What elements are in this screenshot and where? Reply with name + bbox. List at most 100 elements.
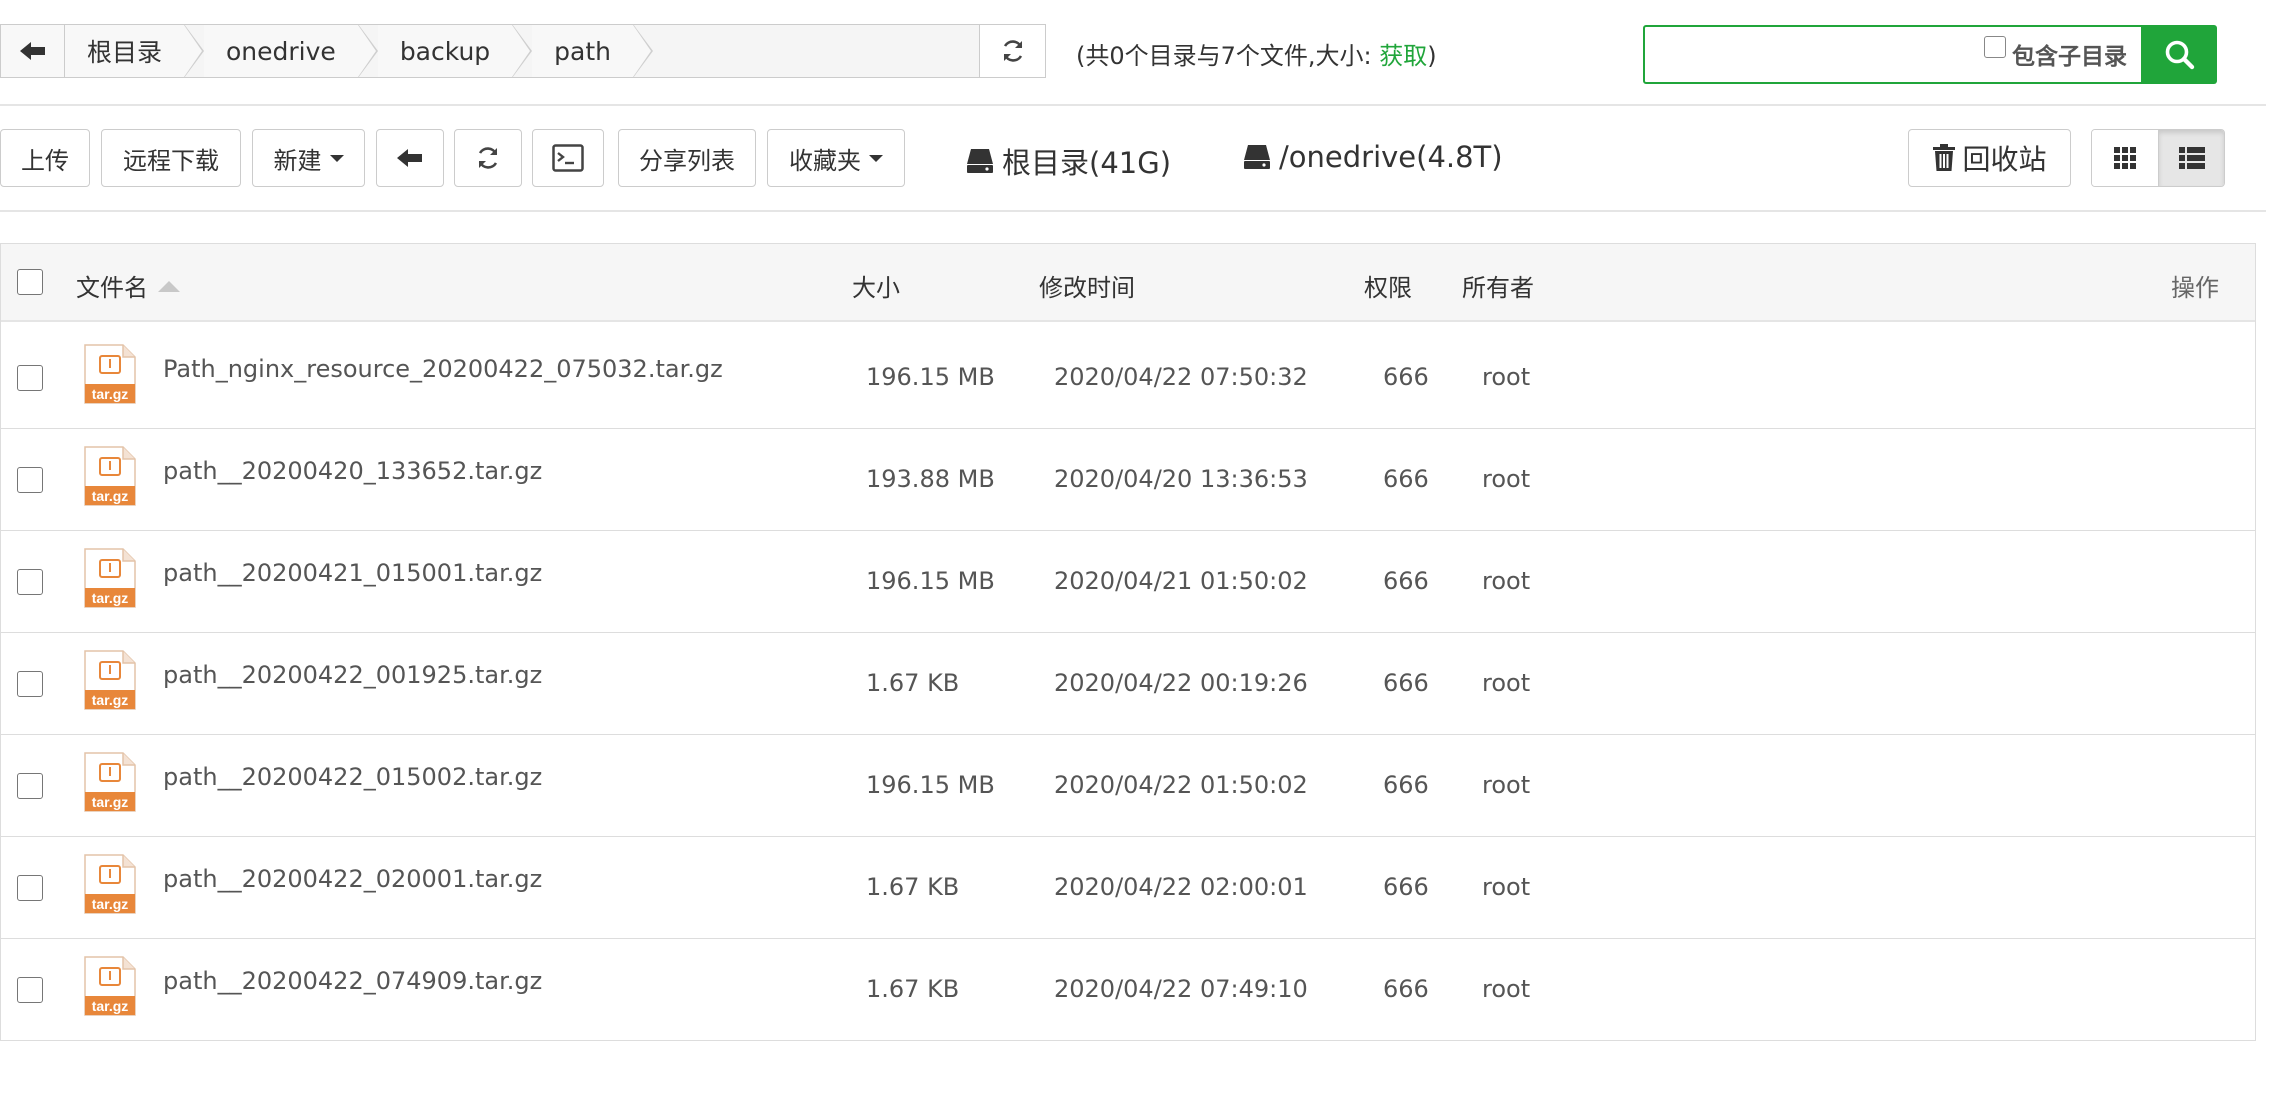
row-checkbox[interactable] — [17, 671, 43, 697]
divider — [0, 104, 2266, 106]
file-mtime: 2020/04/22 01:50:02 — [1054, 771, 1308, 799]
file-mtime: 2020/04/20 13:36:53 — [1054, 465, 1308, 493]
header-name-label: 文件名 — [76, 274, 148, 302]
table-row[interactable]: tar.gz path__20200422_074909.tar.gz 1.67 K… — [1, 939, 2255, 1041]
file-permission[interactable]: 666 — [1383, 465, 1429, 493]
remote-download-label: 远程下载 — [123, 146, 219, 175]
file-mtime: 2020/04/21 01:50:02 — [1054, 567, 1308, 595]
file-name[interactable]: path__20200422_074909.tar.gz — [163, 967, 542, 995]
table-row[interactable]: tar.gz path__20200422_020001.tar.gz 1.67 K… — [1, 837, 2255, 939]
include-subdir-label: 包含子目录 — [2012, 44, 2127, 70]
file-permission[interactable]: 666 — [1383, 771, 1429, 799]
dir-summary: (共0个目录与7个文件,大小: 获取) — [1076, 36, 1437, 71]
table-row[interactable]: tar.gz Path_nginx_resource_20200422_07503… — [1, 327, 2255, 429]
row-checkbox[interactable] — [17, 569, 43, 595]
file-name[interactable]: path__20200421_015001.tar.gz — [163, 559, 542, 587]
header-name[interactable]: 文件名 — [76, 268, 180, 303]
breadcrumb-onedrive[interactable]: onedrive — [204, 24, 378, 78]
caret-down-icon — [869, 154, 883, 162]
arrow-left-icon — [397, 149, 422, 167]
row-checkbox[interactable] — [17, 875, 43, 901]
table-row[interactable]: tar.gz path__20200422_015002.tar.gz 196.15… — [1, 735, 2255, 837]
file-owner[interactable]: root — [1482, 363, 1530, 391]
file-owner[interactable]: root — [1482, 771, 1530, 799]
file-name[interactable]: Path_nginx_resource_20200422_075032.tar.… — [163, 355, 723, 383]
table-row[interactable]: tar.gz path__20200421_015001.tar.gz 196.15… — [1, 531, 2255, 633]
recycle-bin-label: 回收站 — [1962, 143, 2047, 176]
favorites-dropdown-button[interactable]: 收藏夹 — [767, 129, 905, 187]
table-row[interactable]: tar.gz path__20200422_001925.tar.gz 1.67 K… — [1, 633, 2255, 735]
disk-root[interactable]: 根目录(41G) — [966, 140, 1171, 182]
row-checkbox[interactable] — [17, 773, 43, 799]
hard-drive-icon — [967, 149, 993, 173]
file-permission[interactable]: 666 — [1383, 975, 1429, 1003]
tar-gz-archive-icon: tar.gz — [84, 650, 136, 710]
get-size-link[interactable]: 获取 — [1379, 42, 1427, 70]
divider — [0, 210, 2266, 212]
header-size[interactable]: 大小 — [852, 268, 900, 303]
file-name[interactable]: path__20200420_133652.tar.gz — [163, 457, 542, 485]
header-ops: 操作 — [2171, 274, 2219, 302]
terminal-button[interactable] — [532, 129, 604, 187]
list-icon — [2178, 147, 2205, 169]
file-mtime: 2020/04/22 00:19:26 — [1054, 669, 1308, 697]
back-button[interactable] — [376, 129, 444, 187]
file-name[interactable]: path__20200422_001925.tar.gz — [163, 661, 542, 689]
svg-text:tar.gz: tar.gz — [92, 794, 129, 810]
row-checkbox[interactable] — [17, 467, 43, 493]
new-dropdown-button[interactable]: 新建 — [252, 129, 365, 187]
file-size: 1.67 KB — [866, 975, 960, 1003]
svg-text:tar.gz: tar.gz — [92, 590, 129, 606]
row-checkbox[interactable] — [17, 977, 43, 1003]
grid-view-button[interactable] — [2092, 130, 2158, 186]
upload-button[interactable]: 上传 — [0, 129, 90, 187]
share-list-label: 分享列表 — [639, 146, 735, 175]
table-row[interactable]: tar.gz path__20200420_133652.tar.gz 193.88… — [1, 429, 2255, 531]
search-input[interactable]: 包含子目录 — [1643, 25, 2143, 84]
file-owner[interactable]: root — [1482, 465, 1530, 493]
file-owner[interactable]: root — [1482, 567, 1530, 595]
summary-text: (共0个目录与7个文件,大小: — [1076, 42, 1380, 70]
disk-onedrive[interactable]: /onedrive(4.8T) — [1243, 140, 1503, 174]
caret-down-icon — [329, 154, 344, 162]
refresh-icon — [478, 147, 498, 169]
file-permission[interactable]: 666 — [1383, 873, 1429, 901]
breadcrumb-backup[interactable]: backup — [377, 24, 533, 78]
file-size: 1.67 KB — [866, 873, 960, 901]
trash-icon — [1933, 144, 1956, 171]
svg-text:tar.gz: tar.gz — [92, 692, 129, 708]
refresh-button[interactable] — [454, 129, 522, 187]
row-checkbox[interactable] — [17, 365, 43, 391]
file-permission[interactable]: 666 — [1383, 669, 1429, 697]
tar-gz-archive-icon: tar.gz — [84, 752, 136, 812]
list-view-button[interactable] — [2158, 130, 2224, 186]
path-refresh-button[interactable] — [979, 25, 1045, 77]
breadcrumb-root[interactable]: 根目录 — [65, 24, 205, 78]
file-owner[interactable]: root — [1482, 669, 1530, 697]
file-permission[interactable]: 666 — [1383, 363, 1429, 391]
path-back-button[interactable] — [1, 25, 65, 77]
file-owner[interactable]: root — [1482, 873, 1530, 901]
remote-download-button[interactable]: 远程下载 — [101, 129, 241, 187]
header-mtime[interactable]: 修改时间 — [1039, 268, 1135, 303]
grid-icon — [2114, 147, 2136, 169]
select-all-checkbox[interactable] — [17, 269, 43, 295]
file-name[interactable]: path__20200422_020001.tar.gz — [163, 865, 542, 893]
recycle-bin-button[interactable]: 回收站 — [1908, 129, 2071, 187]
search-button[interactable] — [2142, 25, 2217, 84]
table-header: 文件名 大小 修改时间 权限 所有者 操作 — [1, 244, 2255, 322]
include-subdir-option[interactable]: 包含子目录 — [1984, 36, 2127, 71]
svg-text:tar.gz: tar.gz — [92, 488, 129, 504]
path-bar: 根目录 onedrive backup path — [0, 24, 1046, 78]
file-name[interactable]: path__20200422_015002.tar.gz — [163, 763, 542, 791]
file-table: 文件名 大小 修改时间 权限 所有者 操作 tar.gz Path_nginx_r… — [0, 243, 2256, 1041]
search-icon — [2165, 40, 2194, 69]
file-owner[interactable]: root — [1482, 975, 1530, 1003]
tar-gz-archive-icon: tar.gz — [84, 854, 136, 914]
file-size: 1.67 KB — [866, 669, 960, 697]
breadcrumb-path[interactable]: path — [532, 24, 653, 78]
share-list-button[interactable]: 分享列表 — [618, 129, 756, 187]
file-permission[interactable]: 666 — [1383, 567, 1429, 595]
include-subdir-checkbox[interactable] — [1984, 36, 2006, 58]
tar-gz-archive-icon: tar.gz — [84, 956, 136, 1016]
